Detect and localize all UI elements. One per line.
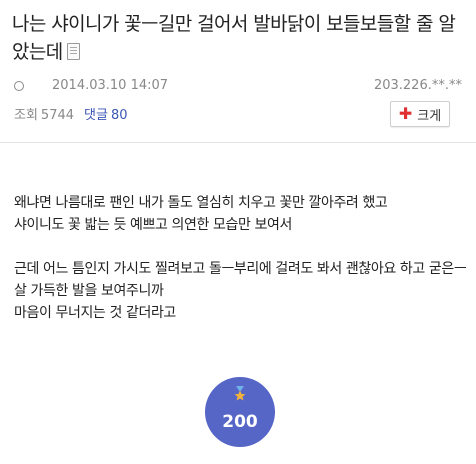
- content-line: 근데 어느 틈인지 가시도 찔려보고 돌ㅡ부리에 걸려도 봐서 괜찮아요 하고 …: [14, 261, 467, 299]
- vote-count: 200: [222, 412, 258, 432]
- content-line: 마음이 무너지는 것 같더라고: [14, 305, 176, 321]
- post-content: 왜냐면 나름대로 팬인 내가 돌도 열심히 치우고 꽃만 깔아주려 했고 샤이니…: [14, 192, 469, 324]
- comments-link[interactable]: 댓글: [84, 108, 108, 123]
- document-icon: [66, 43, 80, 60]
- medal-star-icon: [234, 386, 246, 401]
- views-label: 조회: [14, 108, 38, 123]
- circle-icon: [14, 81, 24, 91]
- content-line: 샤이니도 꽃 밟는 듯 예쁘고 의연한 모습만 보여서: [14, 217, 292, 233]
- content-line: 왜냐면 나름대로 팬인 내가 돌도 열심히 치우고 꽃만 깔아주려 했고: [14, 195, 388, 211]
- plus-icon: ✚: [398, 104, 413, 123]
- post-meta: 2014.03.10 14:07 203.226.**.**: [14, 78, 462, 96]
- comments-count[interactable]: 80: [111, 108, 128, 123]
- divider: [0, 142, 476, 143]
- vote-button[interactable]: 200: [205, 377, 275, 447]
- post-stats: 조회 5744 댓글 80: [14, 104, 127, 123]
- post-date: 2014.03.10 14:07: [52, 78, 169, 93]
- post-title: 나는 샤이니가 꽃ㅡ길만 걸어서 발바닭이 보들보들할 줄 알았는데: [12, 10, 467, 66]
- zoom-button[interactable]: ✚ 크게: [390, 101, 450, 127]
- zoom-label: 크게: [417, 108, 442, 124]
- post-ip: 203.226.**.**: [373, 78, 462, 93]
- views-count: 5744: [40, 108, 75, 123]
